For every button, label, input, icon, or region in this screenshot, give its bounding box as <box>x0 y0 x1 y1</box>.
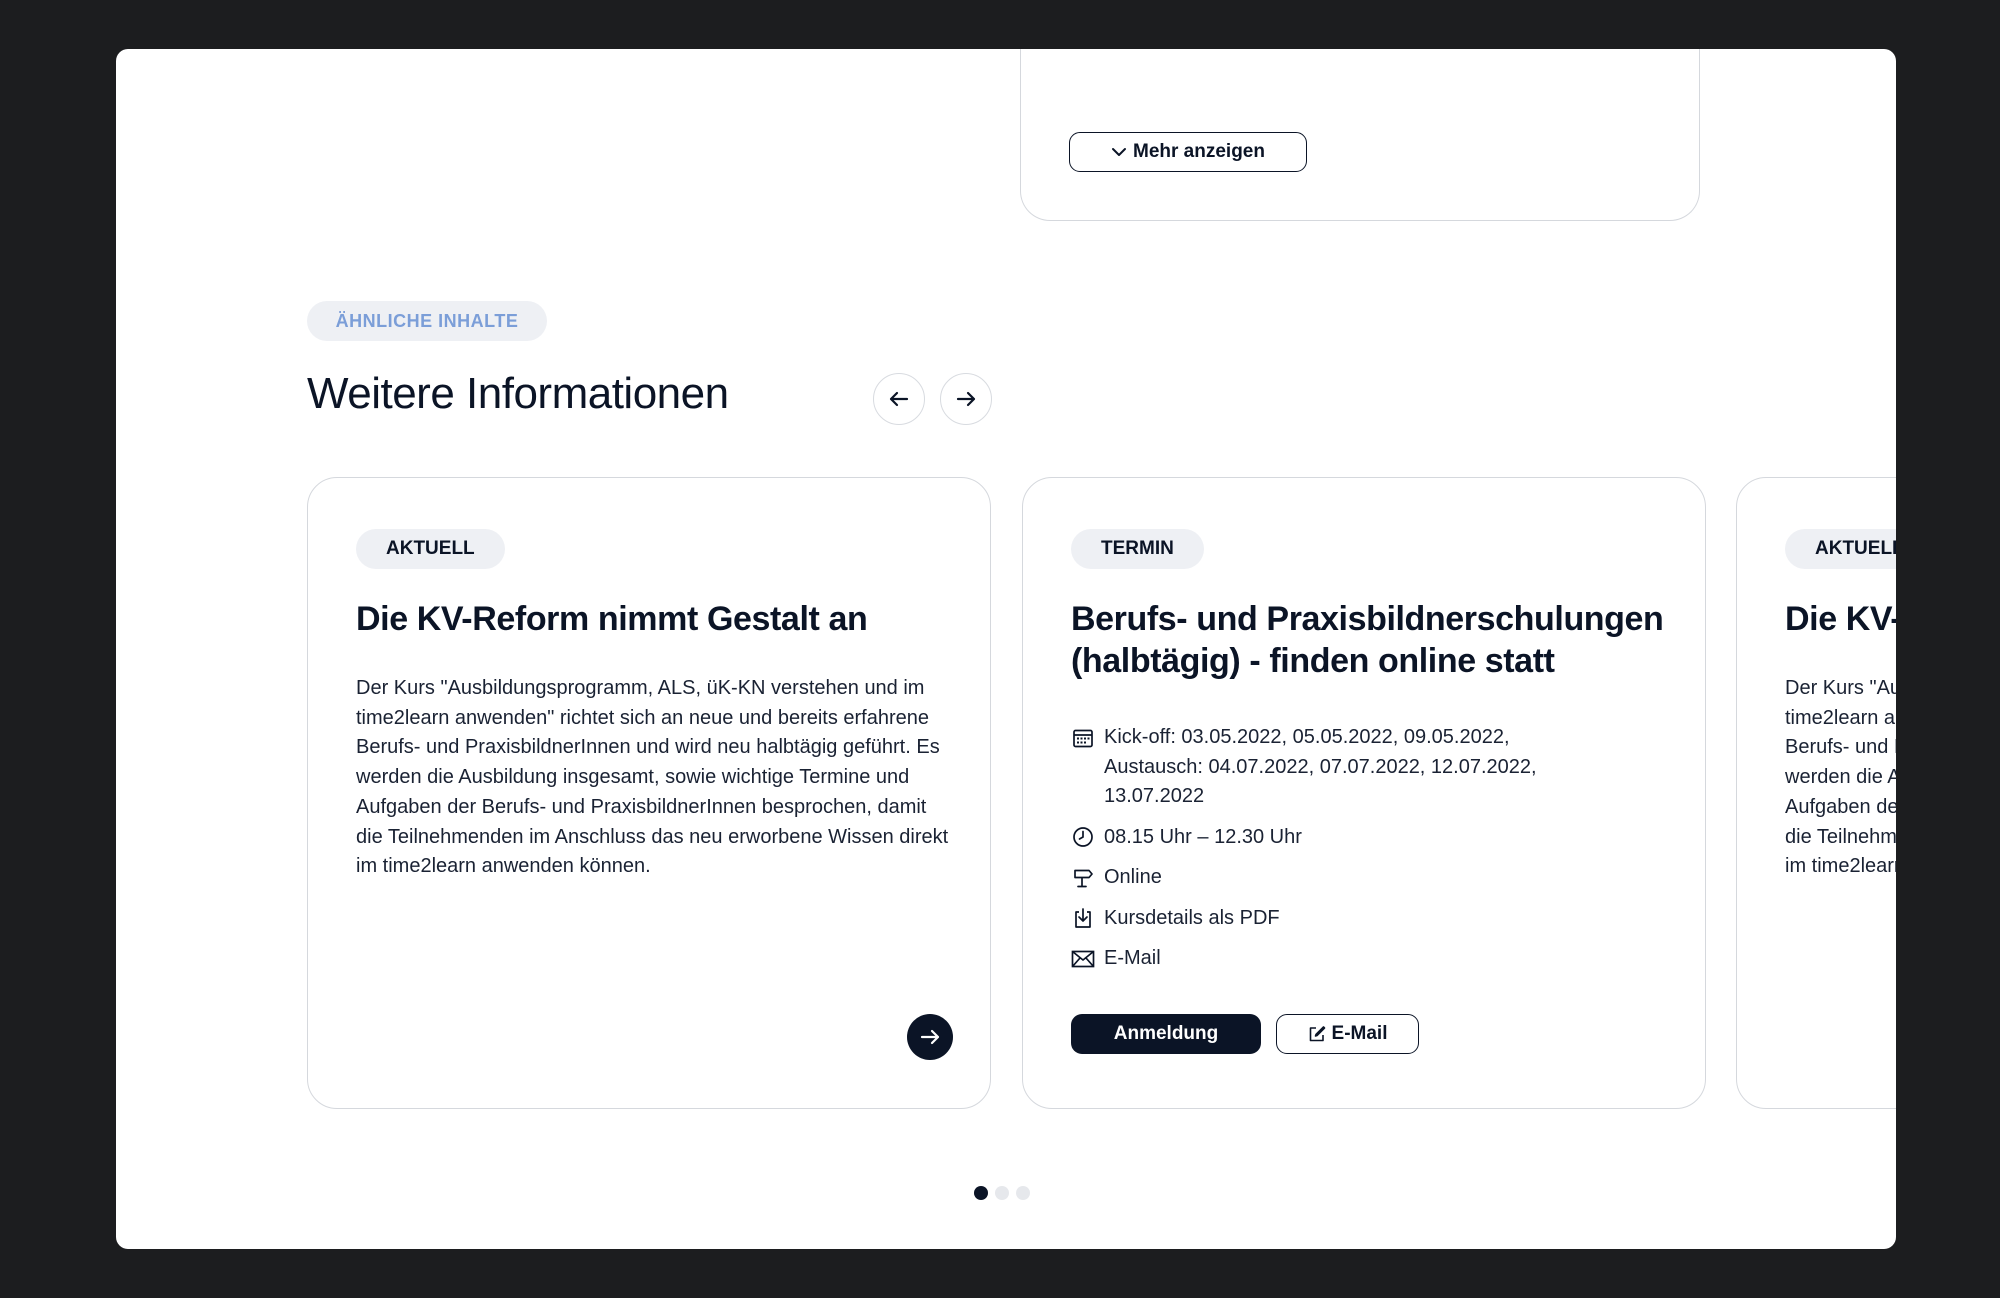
event-dates-text: Kick-off: 03.05.2022, 05.05.2022, 09.05.… <box>1104 726 1537 807</box>
event-dates: Kick-off: 03.05.2022, 05.05.2022, 09.05.… <box>1071 723 1671 812</box>
card-description: Der Kurs "Ausbildungsprogramm, ALS, üK-K… <box>1785 677 1896 878</box>
arrow-right-icon <box>920 1029 940 1045</box>
event-email-link[interactable]: E-Mail <box>1071 944 1671 974</box>
chevron-down-icon <box>1112 148 1126 156</box>
clock-icon <box>1071 823 1095 852</box>
email-button[interactable]: E-Mail <box>1276 1014 1419 1054</box>
pagination-dot[interactable] <box>995 1186 1009 1200</box>
event-location-text: Online <box>1104 866 1162 888</box>
page-frame: Mehr anzeigen ÄHNLICHE INHALTE Weitere I… <box>116 49 1896 1249</box>
download-icon <box>1071 904 1095 933</box>
calendar-icon <box>1071 723 1095 752</box>
mail-icon <box>1071 944 1095 973</box>
registration-button[interactable]: Anmeldung <box>1071 1014 1261 1054</box>
event-email-text: E-Mail <box>1104 947 1161 969</box>
card-open-button[interactable] <box>907 1014 953 1060</box>
card-title: Berufs- und Praxisbildnerschulungen (hal… <box>1071 600 1664 680</box>
course-pdf-link[interactable]: Kursdetails als PDF <box>1071 904 1671 934</box>
carousel-pagination <box>974 1186 1037 1200</box>
course-pdf-text: Kursdetails als PDF <box>1104 906 1280 929</box>
show-more-button[interactable]: Mehr anzeigen <box>1069 132 1307 172</box>
card-category-chip: AKTUELL <box>356 529 505 569</box>
show-more-label: Mehr anzeigen <box>1133 141 1265 162</box>
previous-content-card: Mehr anzeigen <box>1020 49 1700 221</box>
arrow-left-icon <box>889 391 909 407</box>
email-button-label: E-Mail <box>1331 1023 1388 1044</box>
card-description: Der Kurs "Ausbildungsprogramm, ALS, üK-K… <box>356 677 949 878</box>
event-location: Online <box>1071 863 1671 893</box>
signpost-icon <box>1071 863 1095 892</box>
section-title: Weitere Informationen <box>307 369 729 418</box>
carousel-prev-button[interactable] <box>873 373 925 425</box>
carousel-next-button[interactable] <box>940 373 992 425</box>
event-card: TERMIN Berufs- und Praxisbildnerschulung… <box>1022 477 1706 1109</box>
news-card: AKTUELL Die KV-Reform nimmt Gestalt an D… <box>1736 477 1896 1109</box>
section-tag: ÄHNLICHE INHALTE <box>307 301 547 341</box>
news-card: AKTUELL Die KV-Reform nimmt Gestalt an D… <box>307 477 991 1109</box>
card-category-chip: TERMIN <box>1071 529 1204 569</box>
event-time-text: 08.15 Uhr – 12.30 Uhr <box>1104 825 1302 848</box>
pagination-dot[interactable] <box>1016 1186 1030 1200</box>
card-category-chip: AKTUELL <box>1785 529 1896 569</box>
card-title: Die KV-Reform nimmt Gestalt an <box>356 600 868 638</box>
pagination-dot[interactable] <box>974 1186 988 1200</box>
event-details: Kick-off: 03.05.2022, 05.05.2022, 09.05.… <box>1071 723 1671 985</box>
card-title: Die KV-Reform nimmt Gestalt an <box>1785 600 1896 638</box>
edit-icon <box>1309 1026 1325 1042</box>
arrow-right-icon <box>956 391 976 407</box>
event-time: 08.15 Uhr – 12.30 Uhr <box>1071 823 1671 853</box>
